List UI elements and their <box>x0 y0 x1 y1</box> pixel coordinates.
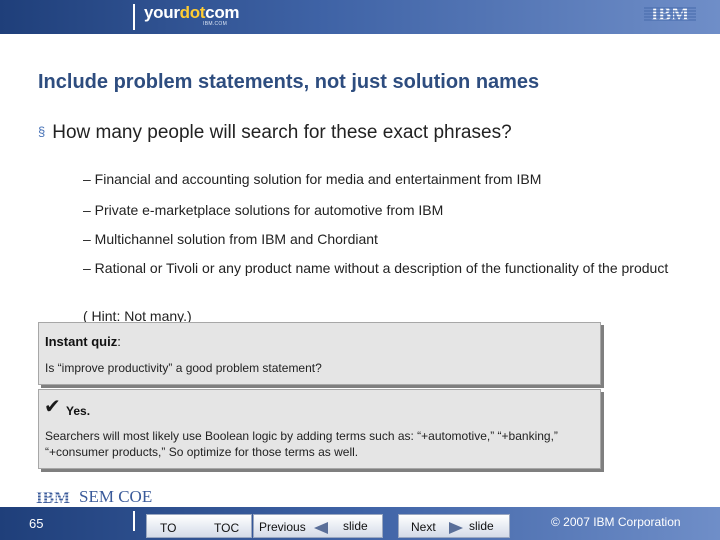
answer-box: ✔ Yes. Searchers will most likely use Bo… <box>38 389 601 469</box>
sub-item-rational-tivoli: – Rational or Tivoli or any product name… <box>83 260 669 276</box>
sub-item-multichannel: – Multichannel solution from IBM and Cho… <box>83 231 378 247</box>
previous-slide-label: slide <box>343 519 368 533</box>
sub-item-financial: – Financial and accounting solution for … <box>83 171 542 187</box>
previous-slide-button[interactable]: Previous slide <box>253 514 383 538</box>
next-label: Next <box>411 520 436 534</box>
checkmark-icon: ✔ <box>44 394 61 418</box>
main-bullet: § How many people will search for these e… <box>38 122 512 144</box>
footer-divider <box>133 511 135 531</box>
previous-label: Previous <box>259 520 306 534</box>
page-number: 65 <box>29 516 44 531</box>
toc-label: TOC <box>214 521 240 535</box>
yourdotcom-logo: yourdotcom <box>144 3 240 22</box>
slide-title: Include problem statements, not just sol… <box>38 71 540 93</box>
answer-yes: Yes. <box>66 404 91 418</box>
ibm-logo-icon: IBM <box>644 4 696 24</box>
quiz-box: Instant quiz: Is “improve productivity” … <box>38 322 601 385</box>
quiz-question: Is “improve productivity” a good problem… <box>45 361 322 375</box>
arrow-left-icon <box>314 522 328 534</box>
answer-text: Searchers will most likely use Boolean l… <box>45 429 558 459</box>
logo-subtitle: IBM.COM <box>203 21 228 27</box>
svg-text:IBM: IBM <box>36 488 70 506</box>
header-bar: yourdotcom IBM.COM IBM <box>0 0 720 34</box>
sem-coe-label: SEM COE <box>79 487 153 506</box>
quiz-heading: Instant quiz: <box>45 334 121 349</box>
to-label: TO <box>160 521 177 535</box>
footer-ibm-logo-icon: IBM <box>32 488 74 506</box>
header-divider <box>133 4 135 30</box>
bullet-text: How many people will search for these ex… <box>52 122 512 143</box>
copyright: © 2007 IBM Corporation <box>551 515 681 529</box>
bullet-marker-icon: § <box>38 124 46 139</box>
next-slide-label: slide <box>469 519 494 533</box>
sub-item-emarketplace: – Private e-marketplace solutions for au… <box>83 202 444 218</box>
footer-bar: 65 TO TOC Previous slide Next slide © 20… <box>0 507 720 540</box>
toc-button[interactable]: TO TOC <box>146 514 252 538</box>
arrow-right-icon <box>449 522 463 534</box>
next-slide-button[interactable]: Next slide <box>398 514 510 538</box>
